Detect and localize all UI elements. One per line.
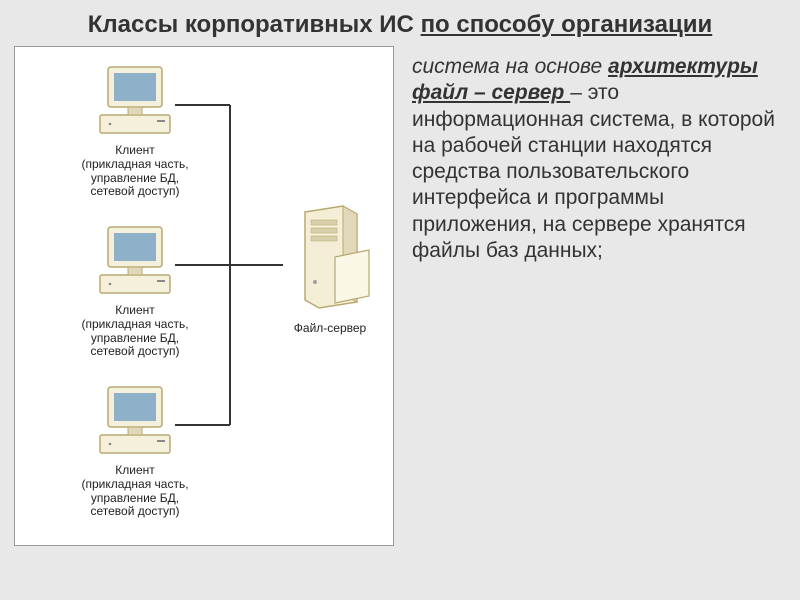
client-desc: управление БД, bbox=[45, 492, 225, 506]
client-title: Клиент bbox=[45, 144, 225, 158]
client-desc: управление БД, bbox=[45, 172, 225, 186]
client-desc: (прикладная часть, bbox=[45, 158, 225, 172]
title-plain: Классы корпоративных ИС bbox=[88, 11, 421, 38]
client-title: Клиент bbox=[45, 464, 225, 478]
diagram-panel: Клиент (прикладная часть, управление БД,… bbox=[14, 46, 394, 546]
client-node-1: Клиент (прикладная часть, управление БД,… bbox=[45, 65, 225, 199]
title-underlined: по способу организации bbox=[421, 11, 713, 38]
text-intro: система на основе bbox=[412, 55, 608, 78]
client-desc: сетевой доступ) bbox=[45, 345, 225, 359]
client-desc: управление БД, bbox=[45, 332, 225, 346]
client-desc: сетевой доступ) bbox=[45, 505, 225, 519]
client-desc: (прикладная часть, bbox=[45, 318, 225, 332]
client-node-3: Клиент (прикладная часть, управление БД,… bbox=[45, 385, 225, 519]
client-title: Клиент bbox=[45, 304, 225, 318]
server-icon bbox=[285, 202, 375, 312]
text-body: – это информационная система, в которой … bbox=[412, 81, 775, 262]
computer-icon bbox=[90, 65, 180, 137]
computer-icon bbox=[90, 225, 180, 297]
client-desc: (прикладная часть, bbox=[45, 478, 225, 492]
server-node: Файл-сервер bbox=[280, 202, 380, 335]
client-node-2: Клиент (прикладная часть, управление БД,… bbox=[45, 225, 225, 359]
slide-title: Классы корпоративных ИС по способу орган… bbox=[0, 0, 800, 46]
description-text: система на основе архитектуры файл – сер… bbox=[394, 46, 790, 546]
server-label: Файл-сервер bbox=[280, 321, 380, 335]
computer-icon bbox=[90, 385, 180, 457]
client-desc: сетевой доступ) bbox=[45, 185, 225, 199]
